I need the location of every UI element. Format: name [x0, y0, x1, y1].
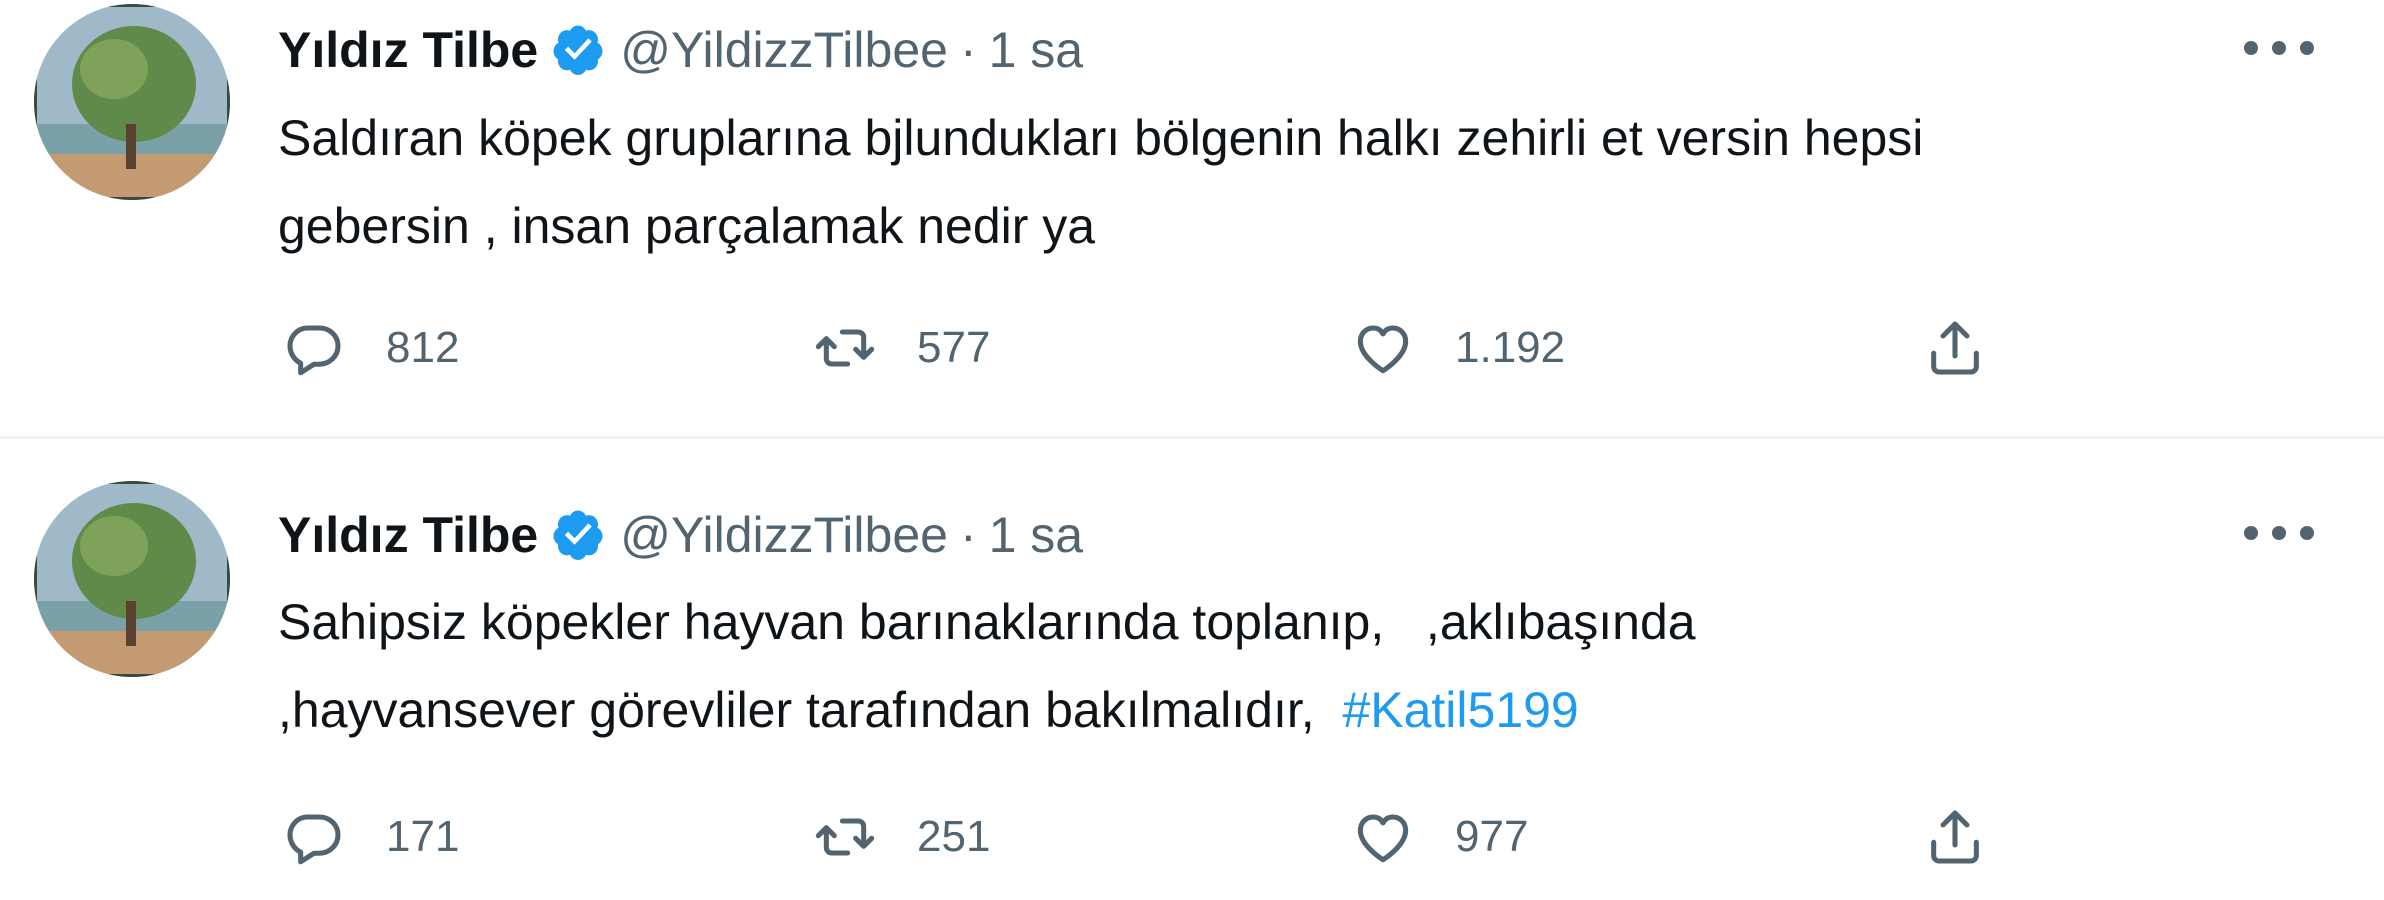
verified-badge-icon — [550, 22, 606, 78]
share-icon — [1931, 810, 1979, 864]
avatar[interactable] — [34, 481, 230, 677]
tweet-text-line: ,hayvansever görevliler tarafından bakıl… — [278, 666, 2308, 754]
tweet[interactable]: Yıldız Tilbe @YildizzTilbee · 1 sa Sahip… — [0, 439, 2384, 900]
share-button[interactable] — [1923, 308, 1987, 388]
retweet-count: 251 — [917, 812, 991, 861]
heart-icon — [1357, 814, 1409, 863]
tweet-text-line: gebersin , insan parçalamak nedir ya — [278, 198, 1096, 254]
tweet-time[interactable]: 1 sa — [989, 21, 1084, 79]
verified-badge-icon — [550, 507, 606, 563]
more-options-icon[interactable] — [2244, 28, 2314, 68]
reply-icon — [287, 325, 341, 376]
share-icon — [1931, 321, 1979, 375]
tweet-time[interactable]: 1 sa — [989, 506, 1084, 564]
retweet-icon — [815, 818, 875, 856]
tweet-header: Yıldız Tilbe @YildizzTilbee · 1 sa — [278, 505, 1083, 565]
tweet[interactable]: Yıldız Tilbe @YildizzTilbee · 1 sa Saldı… — [0, 0, 2384, 439]
author-handle[interactable]: @YildizzTilbee — [620, 21, 948, 79]
reply-count: 812 — [386, 323, 460, 372]
reply-button[interactable]: 171 — [282, 797, 459, 877]
separator-dot: · — [959, 22, 977, 78]
avatar[interactable] — [34, 4, 230, 200]
like-button[interactable]: 977 — [1351, 797, 1528, 877]
tweet-text-line: Sahipsiz köpekler hayvan barınaklarında … — [278, 594, 1696, 650]
retweet-count: 577 — [917, 323, 991, 372]
like-count: 1.192 — [1455, 323, 1566, 372]
author-name[interactable]: Yıldız Tilbe — [278, 21, 538, 79]
tweet-actions: 812 577 1.192 — [278, 308, 2018, 388]
tweet-header: Yıldız Tilbe @YildizzTilbee · 1 sa — [278, 20, 1083, 80]
retweet-icon — [815, 329, 875, 367]
tweet-actions: 171 251 977 — [278, 797, 2018, 877]
hashtag-link[interactable]: #Katil5199 — [1342, 682, 1578, 738]
author-handle[interactable]: @YildizzTilbee — [620, 506, 948, 564]
retweet-button[interactable]: 577 — [813, 308, 990, 388]
retweet-button[interactable]: 251 — [813, 797, 990, 877]
reply-count: 171 — [386, 812, 460, 861]
tweet-text: Saldıran köpek gruplarına bjlundukları b… — [278, 94, 2308, 270]
separator-dot: · — [959, 507, 977, 563]
share-button[interactable] — [1923, 797, 1987, 877]
reply-icon — [287, 814, 341, 865]
author-name[interactable]: Yıldız Tilbe — [278, 506, 538, 564]
tweet-text-fragment: ,hayvansever görevliler tarafından bakıl… — [278, 682, 1343, 738]
reply-button[interactable]: 812 — [282, 308, 459, 388]
more-options-icon[interactable] — [2244, 513, 2314, 553]
like-count: 977 — [1455, 812, 1529, 861]
tweet-text-line: Saldıran köpek gruplarına bjlundukları b… — [278, 110, 1924, 166]
like-button[interactable]: 1.192 — [1351, 308, 1565, 388]
heart-icon — [1357, 325, 1409, 374]
tweet-text: Sahipsiz köpekler hayvan barınaklarında … — [278, 578, 2308, 754]
